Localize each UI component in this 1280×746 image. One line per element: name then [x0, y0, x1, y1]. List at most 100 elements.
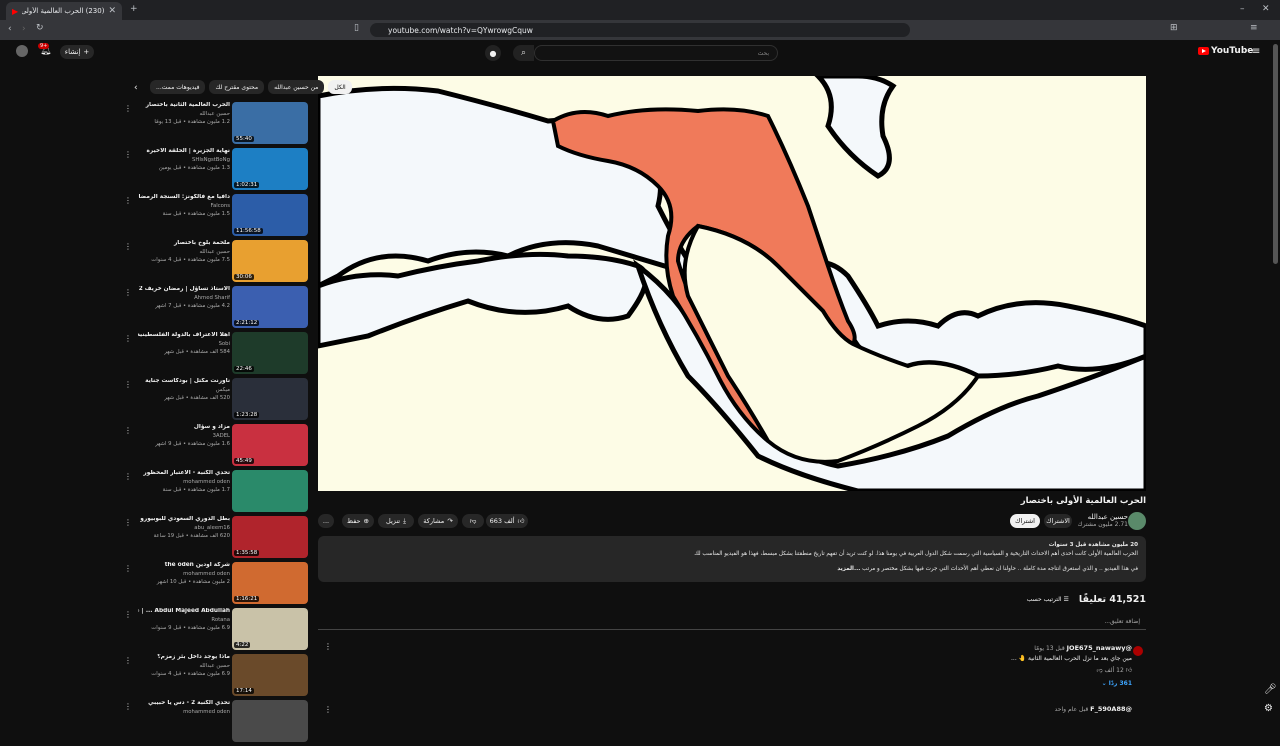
item-channel[interactable]: حسين عبدالله — [138, 111, 230, 117]
recommendation-item[interactable]: ⋮ الحرب العالمية الثانية باختصار حسين عب… — [124, 102, 310, 148]
item-menu-icon[interactable]: ⋮ — [124, 610, 132, 619]
item-title[interactable]: ناورنت مكتل | بودكاست جناية — [138, 378, 230, 384]
item-thumbnail[interactable]: 1:35:58 — [232, 516, 308, 558]
item-channel[interactable]: mohammed oden — [138, 571, 230, 577]
recommendation-item[interactable]: ⋮ دافيا مع فالكونز: السنجة الرمضانية Fal… — [124, 194, 310, 240]
item-channel[interactable]: حسين عبدالله — [138, 249, 230, 255]
item-thumbnail[interactable]: 22:46 — [232, 332, 308, 374]
item-thumbnail[interactable]: 17:14 — [232, 654, 308, 696]
item-title[interactable]: ماذا يوجد داخل بئر زمزم؟ — [138, 654, 230, 660]
video-player[interactable] — [318, 76, 1146, 491]
channel-avatar[interactable] — [1128, 512, 1146, 530]
item-menu-icon[interactable]: ⋮ — [124, 426, 132, 435]
item-menu-icon[interactable]: ⋮ — [124, 104, 132, 113]
item-title[interactable]: تحدي الكنبة - الاعتبار المحظور — [138, 470, 230, 476]
search-input[interactable]: بحث — [534, 45, 778, 61]
item-thumbnail[interactable]: 2:21:12 — [232, 286, 308, 328]
item-thumbnail[interactable]: 1:16:21 — [232, 562, 308, 604]
microphone-fab-icon[interactable]: 🎤︎ — [1264, 684, 1277, 695]
recommendation-item[interactable]: ⋮ ناورنت مكتل | بودكاست جناية ميكس 520 أ… — [124, 378, 310, 424]
browser-tab[interactable]: ▶ (230) الحرب العالمية الأولى باخ... ✕ — [6, 2, 122, 20]
add-comment-input[interactable]: إضافة تعليق... — [318, 618, 1146, 630]
chip-suggested[interactable]: محتوى مقترح لك — [209, 80, 265, 94]
item-menu-icon[interactable]: ⋮ — [124, 242, 132, 251]
recommendation-item[interactable]: ⋮ بطل الدوري السعودي للبوبيورو أمام 2025… — [124, 516, 310, 562]
item-title[interactable]: Abdul Majeed Abdullah ... | عبد المجيد ع… — [138, 608, 230, 614]
item-title[interactable]: الأستاذ تساؤل | رمضان خريف 2 — [138, 286, 230, 292]
recommendation-item[interactable]: ⋮ تحدي الكنبة 2 - دس يا حبيبي mohammed o… — [124, 700, 310, 746]
window-close-icon[interactable]: ✕ — [1262, 4, 1270, 14]
create-button[interactable]: إنشاء + — [60, 45, 94, 59]
youtube-logo[interactable]: YouTube — [1198, 46, 1253, 56]
comment-menu-icon[interactable]: ⋮ — [324, 705, 332, 714]
item-title[interactable]: مزاد و سؤال — [138, 424, 230, 430]
channel-info[interactable]: حسين عبدالله 2.71 مليون مشترك — [1078, 513, 1128, 528]
item-channel[interactable]: SHIsNgstBoNg — [138, 157, 230, 163]
item-menu-icon[interactable]: ⋮ — [124, 472, 132, 481]
item-title[interactable]: الحرب العالمية الثانية باختصار — [138, 102, 230, 108]
item-menu-icon[interactable]: ⋮ — [124, 334, 132, 343]
item-channel[interactable]: Sobi — [138, 341, 230, 347]
item-title[interactable]: بطل الدوري السعودي للبوبيورو أمام 2025/2… — [138, 516, 230, 522]
save-button[interactable]: حفظ ⊕ — [342, 514, 374, 528]
chips-scroll-left-icon[interactable]: ‹ — [134, 83, 138, 93]
item-thumbnail[interactable]: 1:02:31 — [232, 148, 308, 190]
item-menu-icon[interactable]: ⋮ — [124, 380, 132, 389]
more-actions-button[interactable]: ... — [318, 514, 334, 528]
extensions-icon[interactable]: ⊞ — [1170, 23, 1178, 33]
item-channel[interactable]: حسين عبدالله — [138, 663, 230, 669]
chip-related[interactable]: فيديوهات ممت... — [150, 80, 206, 94]
video-description[interactable]: 20 مليون مشاهدة قبل 3 سنوات الحرب العالم… — [318, 536, 1146, 582]
like-button[interactable]: 663 ألف 👍︎ — [486, 514, 528, 528]
search-button[interactable]: ⌕ — [513, 45, 534, 61]
dislike-button[interactable]: 👎︎ — [462, 514, 484, 528]
item-channel[interactable]: ميكس — [138, 387, 230, 393]
comment-replies-button[interactable]: 361 ردًا ⌄ — [832, 680, 1132, 687]
address-bar[interactable]: youtube.com/watch?v=QYwrowgCquw — [370, 23, 910, 37]
chip-all[interactable]: الكل — [328, 80, 352, 94]
recommendation-item[interactable]: ⋮ اهلا الاعتراف بالدولة الفلسطينية مهم S… — [124, 332, 310, 378]
bookmark-icon[interactable]: ▯ — [354, 23, 359, 33]
recommendation-item[interactable]: ⋮ مزاد و سؤال 3ADEL 1.6 مليون مشاهدة • ق… — [124, 424, 310, 470]
forward-icon[interactable]: › — [22, 24, 26, 34]
recommendation-item[interactable]: ⋮ ملحمة بلوخ باختصار حسين عبدالله 7.5 مل… — [124, 240, 310, 286]
item-thumbnail[interactable]: 30:06 — [232, 240, 308, 282]
comment-dislike-icon[interactable]: 👎︎ — [1097, 667, 1103, 674]
tab-close-icon[interactable]: ✕ — [108, 6, 116, 16]
back-icon[interactable]: ‹ — [8, 24, 12, 34]
download-button[interactable]: تنزيل ⤓ — [378, 514, 414, 528]
item-thumbnail[interactable]: 45:49 — [232, 424, 308, 466]
item-menu-icon[interactable]: ⋮ — [124, 702, 132, 711]
item-thumbnail[interactable]: 1:23:28 — [232, 378, 308, 420]
item-title[interactable]: ملحمة بلوخ باختصار — [138, 240, 230, 246]
item-title[interactable]: دافيا مع فالكونز: السنجة الرمضانية — [138, 194, 230, 200]
item-channel[interactable]: mohammed oden — [138, 479, 230, 485]
recommendation-item[interactable]: ⋮ شركة اودين the oden mohammed oden 2 مل… — [124, 562, 310, 608]
item-title[interactable]: تحدي الكنبة 2 - دس يا حبيبي — [138, 700, 230, 706]
item-menu-icon[interactable]: ⋮ — [124, 518, 132, 527]
item-thumbnail[interactable]: 11:56:58 — [232, 194, 308, 236]
voice-search-button[interactable]: ● — [485, 45, 501, 61]
minimize-icon[interactable]: – — [1240, 4, 1245, 14]
item-menu-icon[interactable]: ⋮ — [124, 288, 132, 297]
recommendation-item[interactable]: ⋮ نهاية الجزيرة | الحلقة الاخيرة SHIsNgs… — [124, 148, 310, 194]
item-channel[interactable]: Falcons — [138, 203, 230, 209]
reload-icon[interactable]: ↻ — [36, 23, 44, 33]
item-menu-icon[interactable]: ⋮ — [124, 656, 132, 665]
settings-icon[interactable]: ⚙ — [1264, 703, 1273, 714]
item-thumbnail[interactable] — [232, 470, 308, 512]
item-thumbnail[interactable]: 55:40 — [232, 102, 308, 144]
recommendation-item[interactable]: ⋮ ماذا يوجد داخل بئر زمزم؟ حسين عبدالله … — [124, 654, 310, 700]
comment-author[interactable]: @F_590A88 — [1090, 705, 1132, 713]
recommendation-item[interactable]: ⋮ تحدي الكنبة - الاعتبار المحظور mohamme… — [124, 470, 310, 516]
item-title[interactable]: اهلا الاعتراف بالدولة الفلسطينية مهم — [138, 332, 230, 338]
page-scrollbar[interactable] — [1273, 44, 1278, 264]
item-channel[interactable]: abu_aleem16 — [138, 525, 230, 531]
sort-button[interactable]: ☰ الترتيب حسب — [1027, 596, 1069, 603]
account-avatar[interactable] — [16, 45, 28, 57]
subscribe-button[interactable]: اشتراك — [1010, 514, 1040, 528]
description-more-link[interactable]: ...المزيد — [837, 566, 860, 572]
item-thumbnail[interactable] — [232, 700, 308, 742]
item-menu-icon[interactable]: ⋮ — [124, 150, 132, 159]
comment-menu-icon[interactable]: ⋮ — [324, 642, 332, 651]
